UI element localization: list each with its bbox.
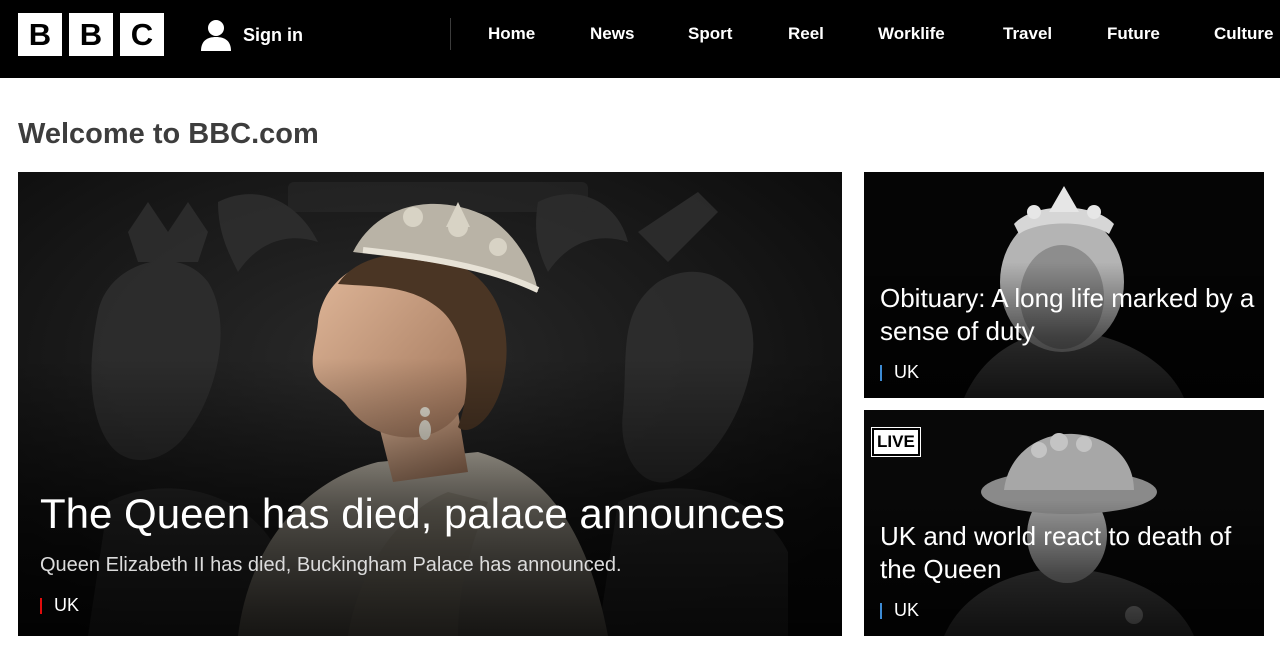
- main-story-card[interactable]: The Queen has died, palace announces Que…: [18, 172, 842, 636]
- tag-marker: [40, 597, 42, 614]
- main-story-tag[interactable]: UK: [40, 595, 79, 616]
- reaction-title[interactable]: UK and world react to death of the Queen: [880, 520, 1258, 586]
- tag-marker: [880, 602, 882, 619]
- page-title: Welcome to BBC.com: [18, 118, 319, 150]
- tag-label: UK: [894, 600, 920, 620]
- reaction-tag[interactable]: UK: [880, 600, 919, 621]
- bbc-logo[interactable]: B B C: [18, 13, 164, 56]
- main-story-title[interactable]: The Queen has died, palace announces: [40, 490, 785, 538]
- obituary-title[interactable]: Obituary: A long life marked by a sense …: [880, 282, 1258, 348]
- nav-home[interactable]: Home: [488, 24, 535, 44]
- logo-letter-b2: B: [69, 13, 113, 56]
- header-divider: [450, 18, 451, 50]
- nav-worklife[interactable]: Worklife: [878, 24, 945, 44]
- logo-letter-b1: B: [18, 13, 62, 56]
- logo-letter-c: C: [120, 13, 164, 56]
- main-story-summary: Queen Elizabeth II has died, Buckingham …: [40, 554, 622, 576]
- live-badge: LIVE: [871, 427, 921, 457]
- side-story-card-reaction[interactable]: LIVE UK and world react to death of the …: [864, 410, 1264, 636]
- side-story-card-obituary[interactable]: Obituary: A long life marked by a sense …: [864, 172, 1264, 398]
- tag-label: UK: [894, 362, 920, 382]
- nav-reel[interactable]: Reel: [788, 24, 824, 44]
- tag-marker: [880, 364, 882, 381]
- nav-future[interactable]: Future: [1107, 24, 1160, 44]
- tag-label: UK: [54, 595, 80, 615]
- nav-sport[interactable]: Sport: [688, 24, 732, 44]
- nav-culture[interactable]: Culture: [1214, 24, 1274, 44]
- user-icon: [201, 20, 231, 51]
- obituary-tag[interactable]: UK: [880, 362, 919, 383]
- sign-in-button[interactable]: Sign in: [198, 17, 303, 53]
- top-navigation-bar: B B C Sign in Home News Sport Reel Workl…: [0, 0, 1280, 78]
- nav-news[interactable]: News: [590, 24, 634, 44]
- nav-travel[interactable]: Travel: [1003, 24, 1052, 44]
- sign-in-label: Sign in: [243, 24, 303, 45]
